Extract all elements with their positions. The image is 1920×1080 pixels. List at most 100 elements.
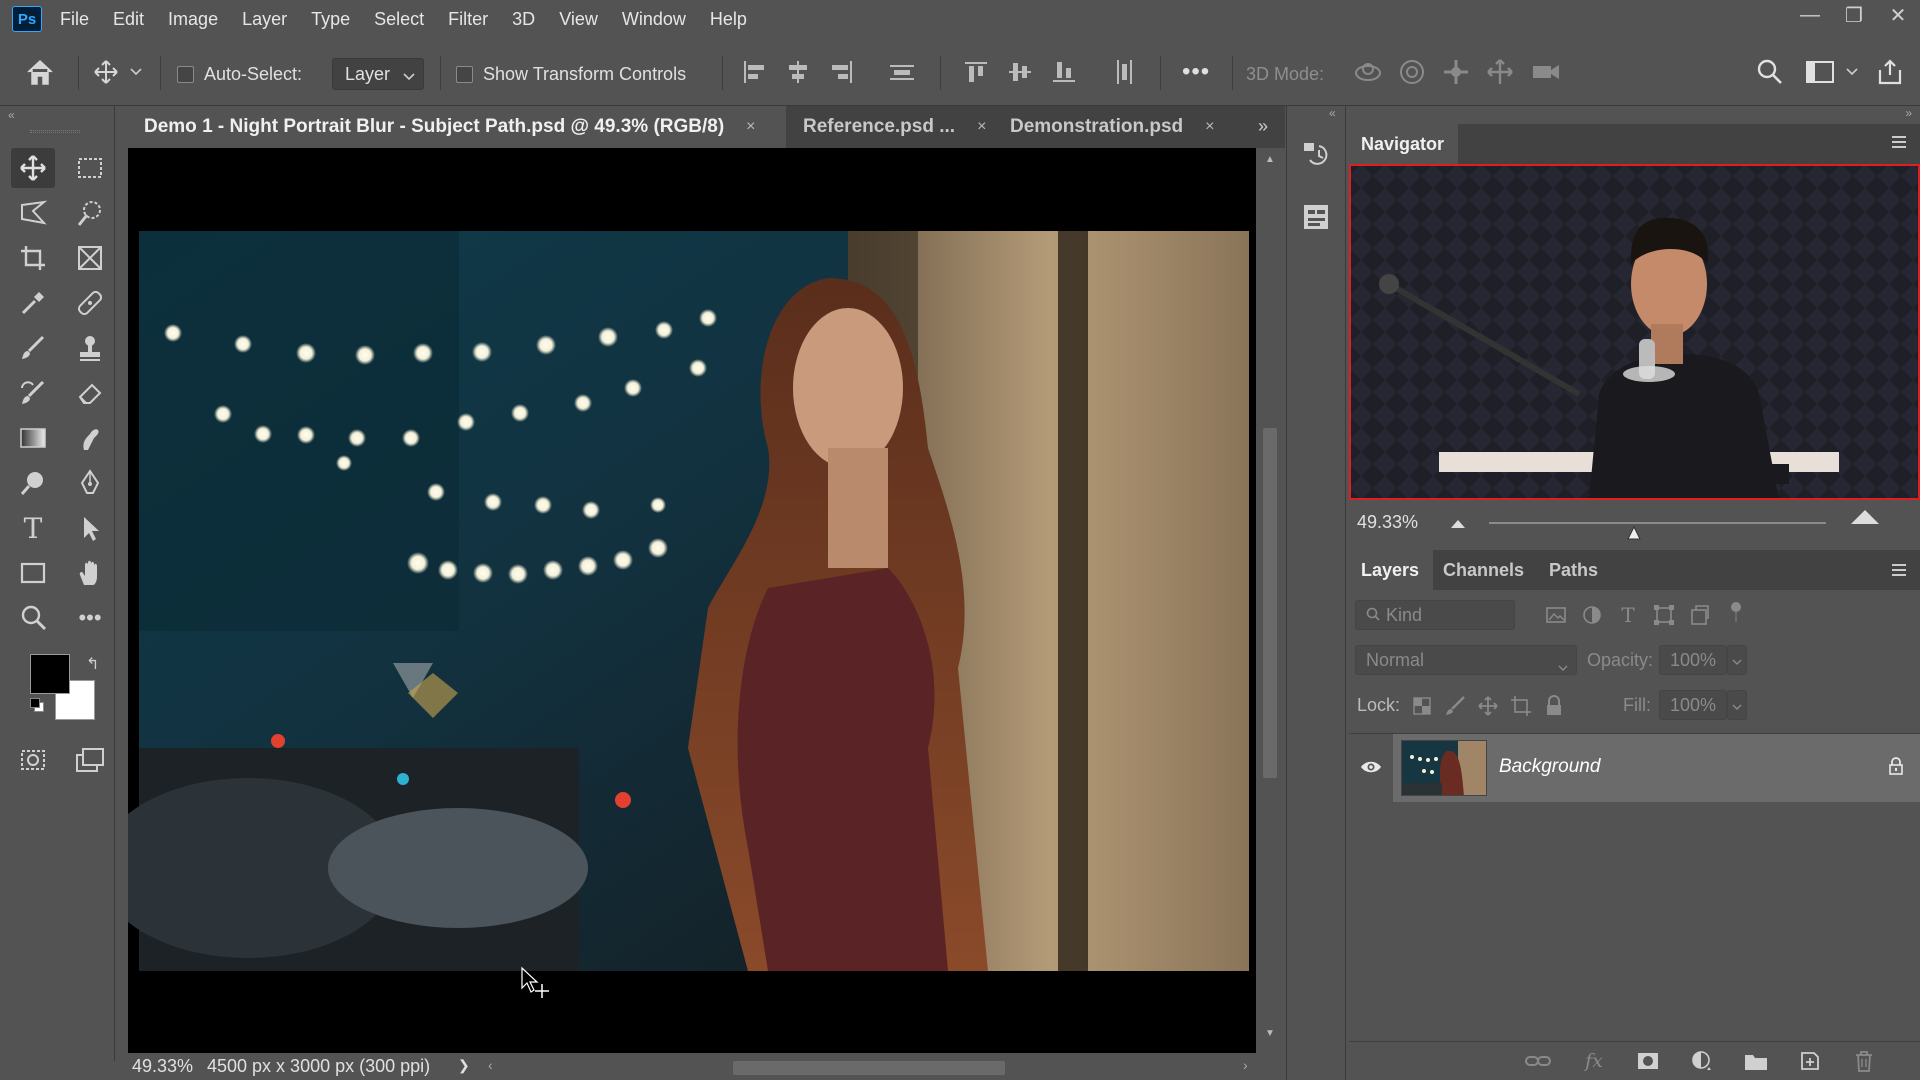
vertical-scrollbar[interactable]: ▲ ▼ <box>1256 148 1285 1053</box>
align-top-icon[interactable] <box>958 54 994 90</box>
eye-icon[interactable] <box>1360 759 1382 775</box>
move-options-icon[interactable] <box>88 54 124 90</box>
history-brush-tool[interactable] <box>11 373 55 413</box>
zoom-out-icon[interactable] <box>1448 514 1468 530</box>
menu-help[interactable]: Help <box>710 9 747 30</box>
layer-visibility-cell[interactable] <box>1349 734 1393 802</box>
fill-dropdown[interactable] <box>1727 690 1747 720</box>
eraser-tool[interactable] <box>68 373 112 413</box>
quick-select-tool[interactable] <box>68 193 112 233</box>
fill-field[interactable]: 100% <box>1659 690 1727 720</box>
marquee-tool[interactable] <box>68 148 112 188</box>
menu-view[interactable]: View <box>559 9 598 30</box>
lock-artboard-icon[interactable] <box>1508 693 1534 719</box>
tab-navigator[interactable]: Navigator <box>1347 124 1459 164</box>
panel-menu-icon[interactable] <box>1890 562 1908 578</box>
3d-scale-icon[interactable] <box>1528 54 1564 90</box>
align-bottom-icon[interactable] <box>1046 54 1082 90</box>
menu-file[interactable]: File <box>60 9 89 30</box>
chevron-down-icon[interactable] <box>126 54 146 90</box>
close-icon[interactable]: × <box>1205 118 1214 136</box>
status-zoom[interactable]: 49.33% <box>132 1056 193 1077</box>
navigator-view-box[interactable] <box>1349 164 1920 500</box>
lock-transparent-icon[interactable] <box>1409 693 1435 719</box>
horizontal-scroll-thumb[interactable] <box>733 1061 1005 1075</box>
gradient-tool[interactable] <box>11 418 55 458</box>
restore-button[interactable]: ❐ <box>1832 0 1876 30</box>
show-transform-checkbox[interactable] <box>456 66 473 83</box>
filter-pixel-icon[interactable] <box>1543 602 1569 628</box>
pen-tool[interactable] <box>68 463 112 503</box>
smudge-tool[interactable] <box>68 418 112 458</box>
tab-demonstration[interactable]: Demonstration.psd × <box>994 106 1224 148</box>
distribute-icon[interactable] <box>884 54 920 90</box>
auto-select-checkbox[interactable] <box>177 66 194 83</box>
menu-select[interactable]: Select <box>374 9 424 30</box>
workspace-icon[interactable] <box>1802 54 1838 90</box>
new-group-icon[interactable] <box>1743 1048 1769 1074</box>
align-middle-icon[interactable] <box>1002 54 1038 90</box>
filter-shape-icon[interactable] <box>1651 602 1677 628</box>
layer-filter-dropdown[interactable]: Kind <box>1355 600 1515 630</box>
search-icon[interactable] <box>1752 54 1788 90</box>
document-canvas[interactable] <box>128 148 1256 1053</box>
lock-all-icon[interactable] <box>1541 693 1567 719</box>
align-center-icon[interactable] <box>780 54 816 90</box>
distribute-vertical-icon[interactable] <box>1106 54 1142 90</box>
dodge-tool[interactable] <box>11 463 55 503</box>
type-tool[interactable]: T <box>11 508 55 548</box>
minimize-button[interactable]: — <box>1788 0 1832 30</box>
layer-effects-icon[interactable]: fx <box>1581 1048 1607 1074</box>
zoom-slider-thumb[interactable] <box>1627 524 1641 540</box>
align-right-icon[interactable] <box>824 54 860 90</box>
hand-tool[interactable] <box>68 553 112 593</box>
more-options-button[interactable]: ••• <box>1182 58 1210 86</box>
panel-menu-icon[interactable] <box>1890 134 1908 150</box>
3d-roll-icon[interactable] <box>1394 54 1430 90</box>
screen-mode-icon[interactable] <box>68 740 112 780</box>
scroll-right-icon[interactable]: › <box>1243 1057 1248 1073</box>
chevron-down-icon[interactable] <box>1842 54 1862 90</box>
scroll-left-icon[interactable]: ‹ <box>488 1057 493 1073</box>
collapse-icon[interactable]: « <box>1329 106 1336 120</box>
status-menu-arrow[interactable]: ❯ <box>458 1057 470 1074</box>
properties-panel-icon[interactable] <box>1301 202 1333 234</box>
tab-layers[interactable]: Layers <box>1347 550 1434 590</box>
collapse-icon[interactable]: « <box>8 108 15 122</box>
layer-name[interactable]: Background <box>1499 756 1600 778</box>
delete-layer-icon[interactable] <box>1851 1048 1877 1074</box>
adjustment-layer-icon[interactable] <box>1689 1048 1715 1074</box>
tab-channels[interactable]: Channels <box>1443 550 1524 590</box>
menu-3d[interactable]: 3D <box>512 9 535 30</box>
rectangle-tool[interactable] <box>11 553 55 593</box>
filter-type-icon[interactable]: T <box>1615 602 1641 628</box>
3d-slide-icon[interactable] <box>1482 54 1518 90</box>
tab-paths[interactable]: Paths <box>1549 550 1598 590</box>
menu-window[interactable]: Window <box>622 9 686 30</box>
history-panel-icon[interactable] <box>1301 140 1333 172</box>
tab-demo-1[interactable]: Demo 1 - Night Portrait Blur - Subject P… <box>128 106 786 148</box>
close-icon[interactable]: × <box>746 118 755 136</box>
scroll-thumb[interactable] <box>1263 428 1277 778</box>
menu-image[interactable]: Image <box>168 9 218 30</box>
link-layers-icon[interactable] <box>1525 1048 1551 1074</box>
navigator-zoom-value[interactable]: 49.33% <box>1357 512 1418 533</box>
blend-mode-dropdown[interactable]: Normal <box>1355 645 1577 675</box>
tab-reference[interactable]: Reference.psd ... × <box>787 106 993 148</box>
filter-toggle-icon[interactable] <box>1723 600 1749 626</box>
share-icon[interactable] <box>1872 54 1908 90</box>
home-icon[interactable] <box>22 54 58 90</box>
foreground-color-swatch[interactable] <box>30 654 70 694</box>
close-icon[interactable]: × <box>977 118 986 136</box>
opacity-dropdown[interactable] <box>1727 645 1747 675</box>
healing-tool[interactable] <box>68 283 112 323</box>
brush-tool[interactable] <box>11 328 55 368</box>
new-layer-icon[interactable] <box>1797 1048 1823 1074</box>
frame-tool[interactable] <box>68 238 112 278</box>
drag-handle[interactable] <box>30 130 80 133</box>
zoom-slider-track[interactable] <box>1489 522 1826 524</box>
layer-row[interactable]: Background <box>1393 734 1920 802</box>
path-select-tool[interactable] <box>68 508 112 548</box>
align-left-icon[interactable] <box>736 54 772 90</box>
stamp-tool[interactable] <box>68 328 112 368</box>
